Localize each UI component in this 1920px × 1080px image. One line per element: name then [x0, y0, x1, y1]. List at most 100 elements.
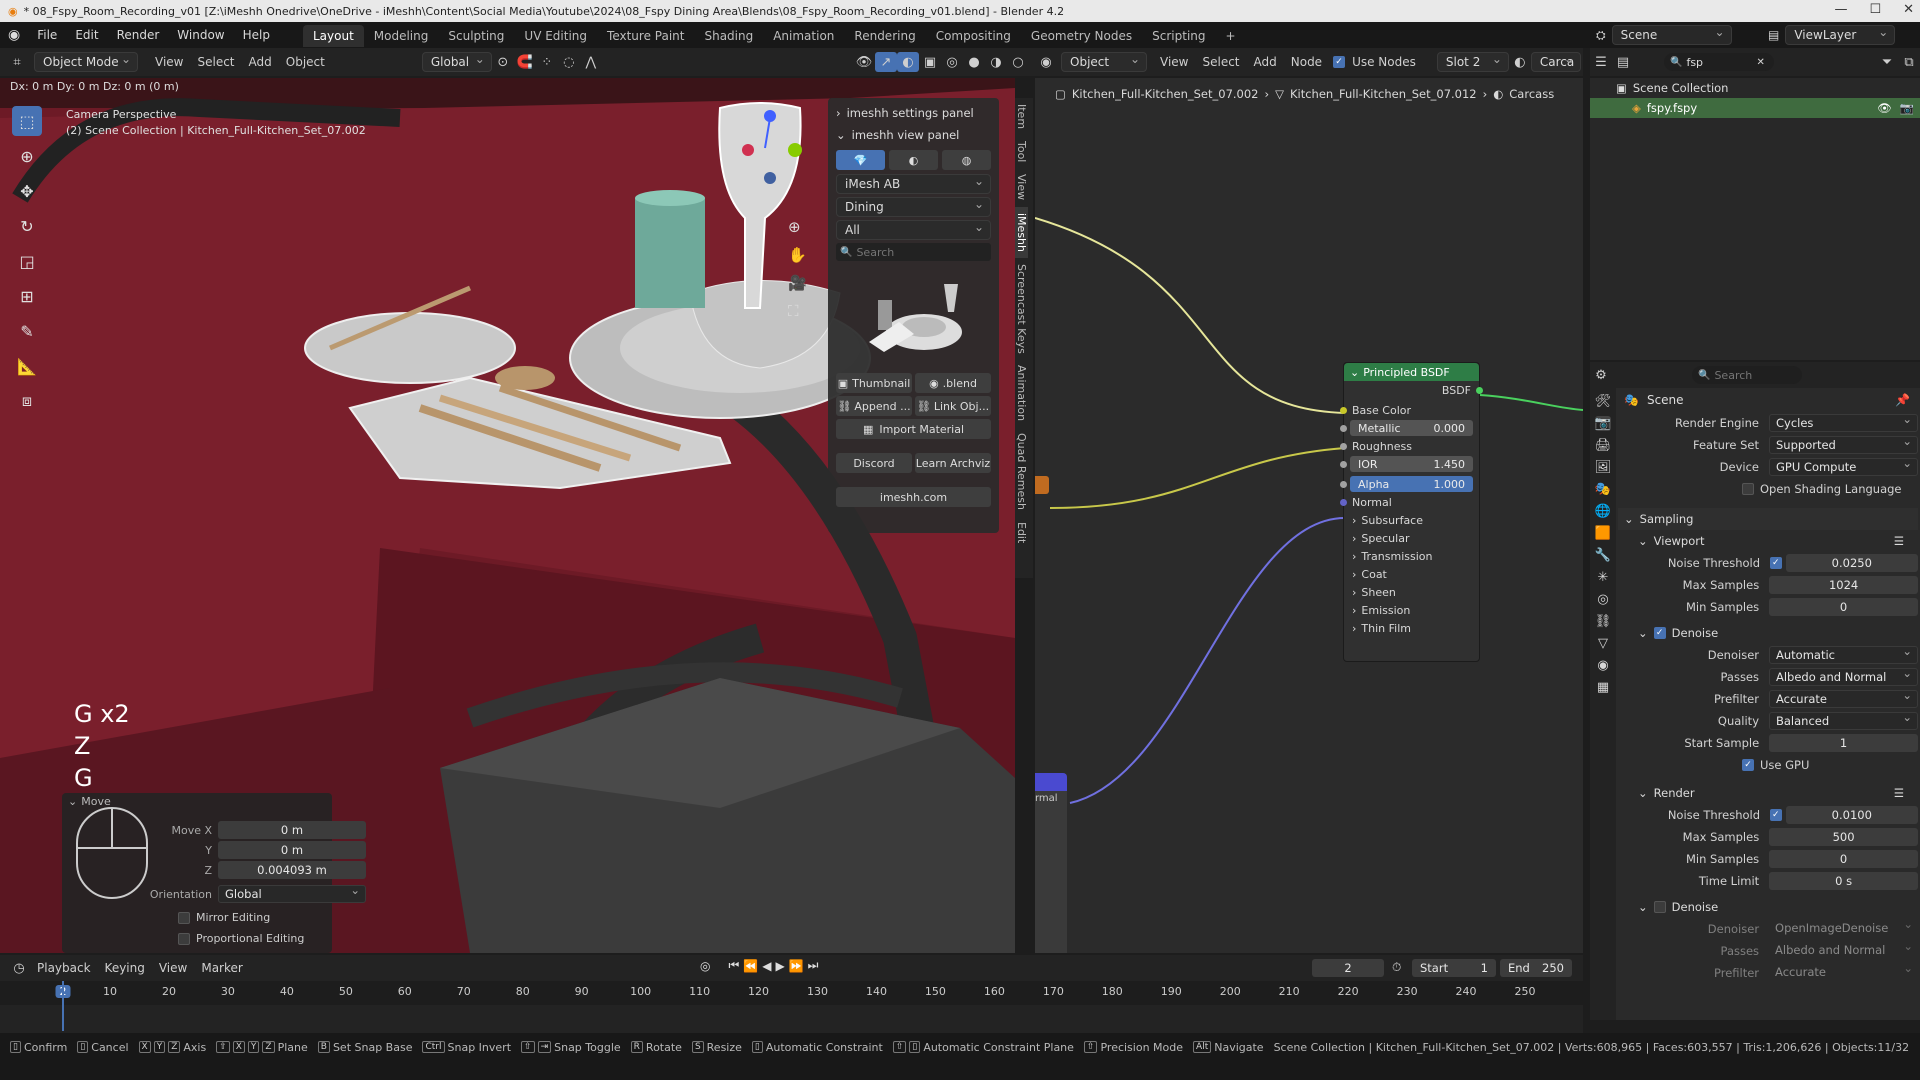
- play-reverse-icon[interactable]: ◀: [762, 959, 771, 973]
- r-passes-dropdown[interactable]: Albedo and Normal: [1769, 938, 1918, 960]
- r-denoise-subsection[interactable]: ⌄ Denoise: [1618, 896, 1918, 918]
- ior-socket[interactable]: [1340, 460, 1347, 468]
- menu-file[interactable]: File: [28, 22, 66, 48]
- materials-tab-icon[interactable]: ◐: [889, 150, 938, 170]
- pin-icon[interactable]: 📌: [1895, 393, 1910, 407]
- subpanel-subsurface[interactable]: › Subsurface: [1344, 511, 1479, 529]
- add-cube-icon[interactable]: ⧈: [12, 386, 42, 416]
- tab-view[interactable]: View: [1015, 168, 1028, 206]
- menu-render[interactable]: Render: [108, 22, 169, 48]
- vp-min-samples-field[interactable]: 0: [1769, 598, 1918, 616]
- rotate-icon[interactable]: ↻: [12, 211, 42, 241]
- menu-edit[interactable]: Edit: [66, 22, 107, 48]
- viewlayer-name-field[interactable]: ViewLayer: [1785, 25, 1896, 45]
- node-menu-node[interactable]: Node: [1284, 52, 1329, 72]
- vp-denoise-subsection[interactable]: ⌄ ✓ Denoise: [1618, 622, 1918, 644]
- viewport-subsection-header[interactable]: ⌄ Viewport ☰: [1618, 530, 1918, 552]
- camera-render-icon[interactable]: 📷: [1900, 101, 1914, 115]
- object-icon[interactable]: 🟧: [1595, 526, 1611, 541]
- physics-icon[interactable]: ◎: [1597, 592, 1608, 607]
- overlay-icon[interactable]: ◐: [897, 52, 919, 72]
- category-dropdown[interactable]: Dining: [836, 197, 991, 217]
- move-y-field[interactable]: 0 m: [218, 841, 366, 859]
- move-x-field[interactable]: 0 m: [218, 821, 366, 839]
- minimize-icon[interactable]: —: [1834, 2, 1847, 17]
- breadcrumb-mesh[interactable]: Kitchen_Full-Kitchen_Set_07.012: [1290, 87, 1477, 101]
- alpha-field[interactable]: Alpha 1.000: [1350, 476, 1473, 492]
- transform-orientation-dropdown[interactable]: Global: [421, 52, 492, 72]
- tab-animation[interactable]: Animation: [1015, 359, 1028, 427]
- learn-archviz-button[interactable]: Learn Archviz: [915, 453, 991, 473]
- timeline-menu-keying[interactable]: Keying: [98, 958, 152, 978]
- tab-compositing[interactable]: Compositing: [926, 25, 1021, 47]
- scene-selector[interactable]: ⛭ Scene: [1596, 25, 1732, 45]
- feature-set-dropdown[interactable]: Supported: [1769, 433, 1918, 454]
- move-icon[interactable]: ✥: [12, 176, 42, 206]
- tab-uv-editing[interactable]: UV Editing: [514, 25, 597, 47]
- node-menu-add[interactable]: Add: [1247, 52, 1284, 72]
- subpanel-coat[interactable]: › Coat: [1344, 565, 1479, 583]
- material-sphere-icon[interactable]: ◐: [1509, 52, 1531, 72]
- move-z-field[interactable]: 0.004093 m: [218, 861, 366, 879]
- next-keyframe-icon[interactable]: ⏩: [789, 959, 804, 973]
- metallic-field[interactable]: Metallic 0.000: [1350, 420, 1473, 436]
- offscreen-node[interactable]: [1035, 476, 1049, 494]
- vp-quality-dropdown[interactable]: Balanced: [1769, 709, 1918, 730]
- render-engine-dropdown[interactable]: Cycles: [1769, 411, 1918, 432]
- end-frame-field[interactable]: End 250: [1500, 959, 1572, 977]
- vp-passes-dropdown[interactable]: Albedo and Normal: [1769, 665, 1918, 686]
- tab-modeling[interactable]: Modeling: [364, 25, 439, 47]
- shader-editor-icon[interactable]: ◉: [1035, 52, 1057, 72]
- subpanel-emission[interactable]: › Emission: [1344, 601, 1479, 619]
- mirror-editing-checkbox[interactable]: [178, 911, 190, 924]
- blend-button[interactable]: ◉ .blend: [915, 373, 991, 393]
- menu-help[interactable]: Help: [234, 22, 279, 48]
- vp-prefilter-dropdown[interactable]: Accurate: [1769, 687, 1918, 708]
- pan-hand-icon[interactable]: ✋: [788, 246, 807, 264]
- view-panel-header[interactable]: ⌄ imeshh view panel: [828, 124, 999, 146]
- current-frame-field[interactable]: 2: [1312, 959, 1384, 977]
- measure-icon[interactable]: 📐: [12, 351, 42, 381]
- library-dropdown[interactable]: iMesh AB: [836, 174, 991, 194]
- close-icon[interactable]: ✕: [1903, 2, 1914, 17]
- xray-icon[interactable]: ▣: [919, 52, 941, 72]
- viewport-menu-object[interactable]: Object: [279, 52, 332, 72]
- viewport-menu-select[interactable]: Select: [190, 52, 241, 72]
- clock-icon[interactable]: ⏱: [1392, 960, 1401, 975]
- cursor-icon[interactable]: ⊕: [12, 141, 42, 171]
- data-icon[interactable]: ▽: [1598, 636, 1608, 651]
- tab-layout[interactable]: Layout: [302, 25, 364, 47]
- tab-texture-paint[interactable]: Texture Paint: [597, 25, 694, 47]
- material-shading-icon[interactable]: ◑: [985, 52, 1007, 72]
- bsdf-output-socket[interactable]: [1476, 386, 1483, 394]
- tab-animation[interactable]: Animation: [763, 25, 844, 47]
- editor-type-icon[interactable]: ⌗: [6, 52, 28, 72]
- material-name-field[interactable]: Carca: [1530, 52, 1581, 72]
- ior-field[interactable]: IOR 1.450: [1350, 456, 1473, 472]
- node-editor[interactable]: rmal: [1035, 78, 1583, 953]
- breadcrumb-object[interactable]: Kitchen_Full-Kitchen_Set_07.002: [1072, 87, 1259, 101]
- scene-name-field[interactable]: Scene: [1611, 25, 1732, 45]
- alpha-socket[interactable]: [1340, 480, 1347, 488]
- node-menu-view[interactable]: View: [1153, 52, 1195, 72]
- snap-target-icon[interactable]: ⁘: [536, 52, 558, 72]
- maximize-icon[interactable]: ☐: [1869, 2, 1881, 17]
- timeline-menu-marker[interactable]: Marker: [194, 958, 249, 978]
- render-subsection-header[interactable]: ⌄ Render ☰: [1618, 782, 1918, 804]
- tab-quad-remesh[interactable]: Quad Remesh: [1015, 427, 1028, 516]
- imeshh-website-button[interactable]: imeshh.com: [836, 487, 991, 507]
- select-box-icon[interactable]: ⬚: [12, 106, 42, 136]
- outliner-search-input[interactable]: [1686, 55, 1757, 69]
- r-time-limit-field[interactable]: 0 s: [1769, 872, 1918, 890]
- prev-keyframe-icon[interactable]: ⏪: [743, 959, 758, 973]
- zoom-icon[interactable]: ⊕: [788, 218, 807, 236]
- viewport-menu-view[interactable]: View: [148, 52, 190, 72]
- vp-start-sample-field[interactable]: 1: [1769, 734, 1918, 752]
- use-gpu-checkbox[interactable]: ✓: [1742, 759, 1754, 771]
- r-noise-threshold-field[interactable]: 0.0100: [1785, 806, 1918, 824]
- timeline-editor-icon[interactable]: ◷: [8, 958, 30, 978]
- link-object-button[interactable]: ⛓ Link Obj...: [915, 396, 991, 416]
- vp-noise-threshold-field[interactable]: 0.0250: [1785, 554, 1918, 572]
- lock-camera-icon[interactable]: ⛶: [788, 302, 807, 320]
- tab-edit[interactable]: Edit: [1015, 516, 1028, 549]
